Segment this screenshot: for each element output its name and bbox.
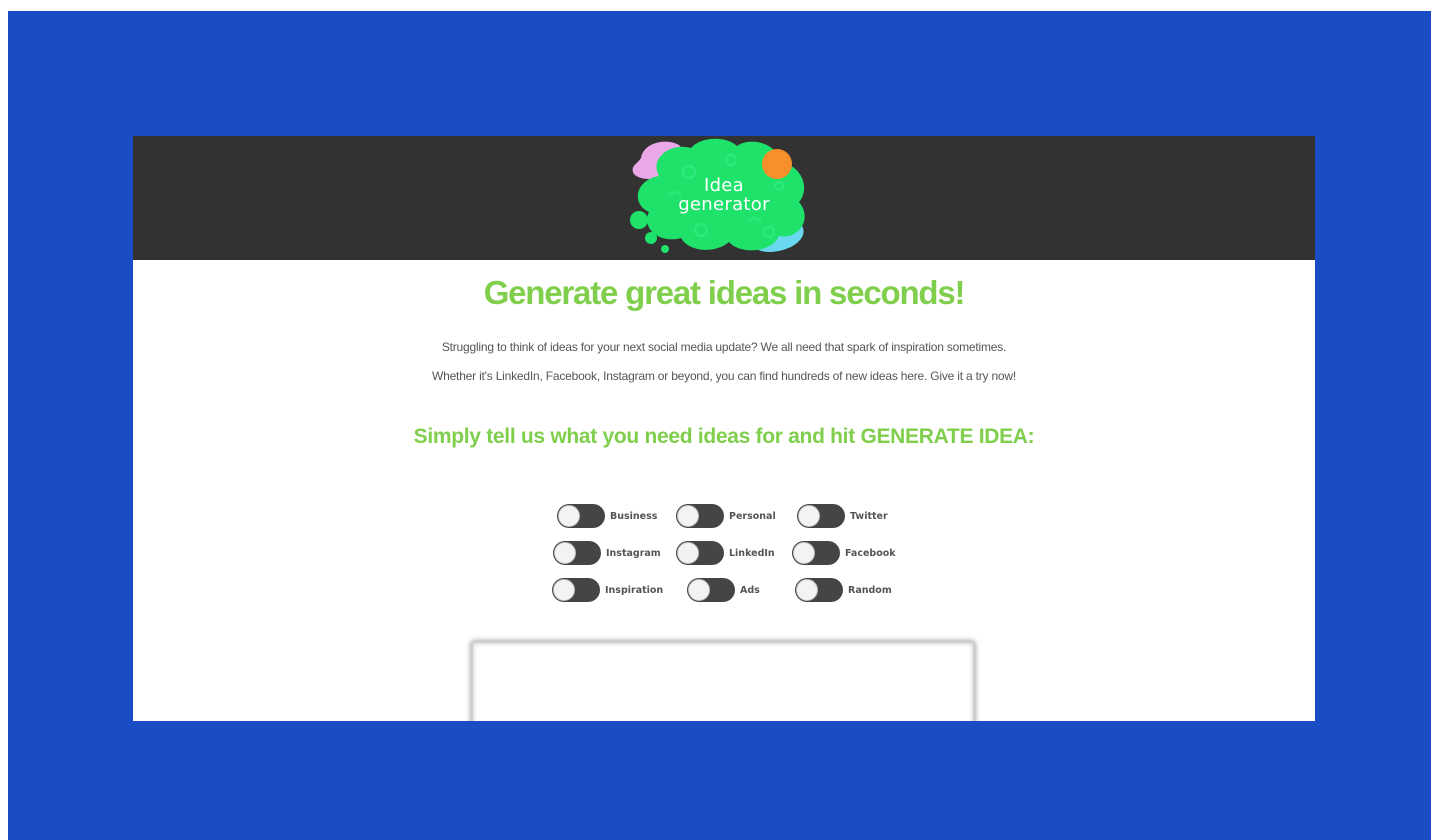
toggle-switch[interactable] — [795, 578, 843, 602]
toggle-switch[interactable] — [676, 504, 724, 528]
toggle-switch[interactable] — [552, 578, 600, 602]
toggle-label-business: Business — [610, 510, 658, 522]
toggle-label-twitter: Twitter — [850, 510, 888, 522]
toggle-switch[interactable] — [676, 541, 724, 565]
toggle-knob — [553, 579, 575, 601]
toggle-inspiration[interactable]: Inspiration — [552, 578, 663, 602]
toggle-knob — [677, 542, 699, 564]
idea-output-box[interactable] — [471, 641, 975, 721]
toggle-knob — [796, 579, 818, 601]
toggle-twitter[interactable]: Twitter — [797, 504, 888, 528]
toggle-label-facebook: Facebook — [845, 547, 896, 559]
toggle-switch[interactable] — [797, 504, 845, 528]
toggle-instagram[interactable]: Instagram — [553, 541, 661, 565]
toggle-knob — [793, 542, 815, 564]
toggle-knob — [558, 505, 580, 527]
toggle-knob — [688, 579, 710, 601]
toggle-label-inspiration: Inspiration — [605, 584, 664, 596]
toggle-switch[interactable] — [553, 541, 601, 565]
category-toggles: Business Personal Twitter Instagram Link… — [133, 136, 1315, 721]
toggle-knob — [677, 505, 699, 527]
toggle-random[interactable]: Random — [795, 578, 892, 602]
toggle-ads[interactable]: Ads — [687, 578, 760, 602]
toggle-business[interactable]: Business — [557, 504, 657, 528]
toggle-linkedin[interactable]: LinkedIn — [676, 541, 775, 565]
toggle-label-personal: Personal — [729, 510, 776, 522]
toggle-switch[interactable] — [557, 504, 605, 528]
toggle-label-ads: Ads — [740, 584, 760, 596]
toggle-label-linkedin: LinkedIn — [729, 547, 775, 559]
idea-generator-page: Idea generator Generate great ideas in s… — [133, 136, 1315, 721]
toggle-label-instagram: Instagram — [606, 547, 661, 559]
toggle-knob — [798, 505, 820, 527]
toggle-personal[interactable]: Personal — [676, 504, 776, 528]
toggle-switch[interactable] — [792, 541, 840, 565]
toggle-label-random: Random — [848, 584, 892, 596]
toggle-switch[interactable] — [687, 578, 735, 602]
toggle-facebook[interactable]: Facebook — [792, 541, 896, 565]
toggle-knob — [554, 542, 576, 564]
